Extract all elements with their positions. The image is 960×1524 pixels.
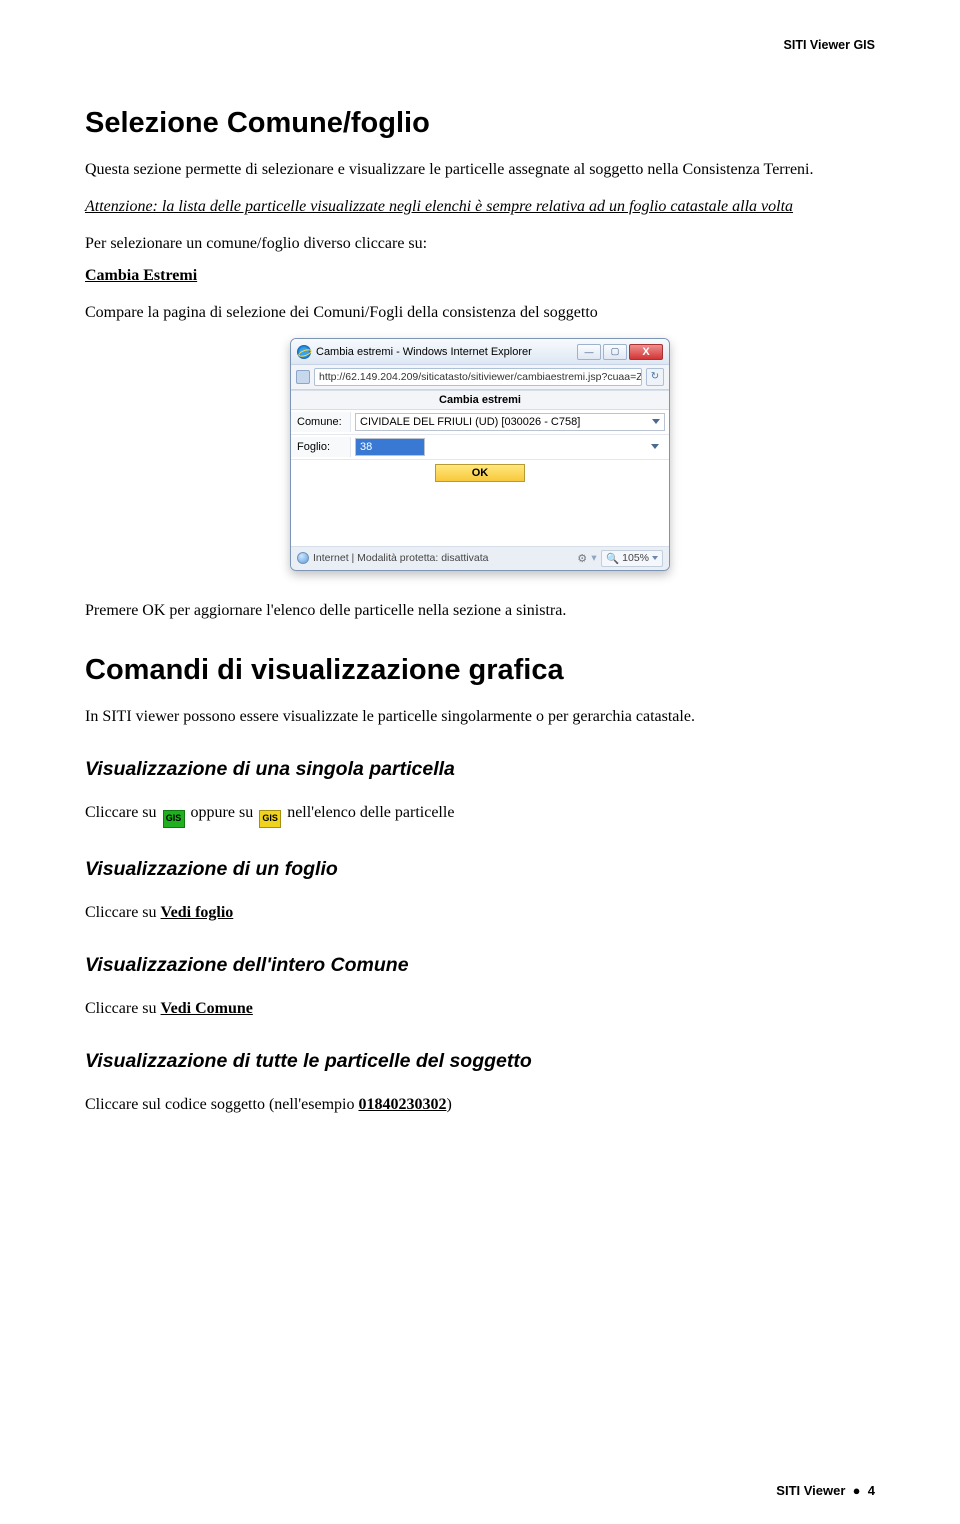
vedi-comune-link[interactable]: Vedi Comune [161, 1000, 253, 1017]
ok-button[interactable]: OK [435, 464, 525, 482]
chevron-down-icon [652, 419, 660, 424]
vedi-foglio-line: Cliccare su Vedi foglio [85, 901, 875, 924]
codice-soggetto-line: Cliccare sul codice soggetto (nell'esemp… [85, 1093, 875, 1116]
attention-paragraph: Attenzione: la lista delle particelle vi… [85, 195, 875, 218]
page-icon [296, 370, 310, 384]
vedi-foglio-link[interactable]: Vedi foglio [161, 904, 234, 921]
status-text: Internet | Modalità protetta: disattivat… [313, 552, 489, 564]
subhead-tutte: Visualizzazione di tutte le particelle d… [85, 1050, 875, 1073]
foglio-select[interactable]: 38 [355, 438, 425, 456]
address-bar[interactable]: http://62.149.204.209/siticatasto/sitivi… [314, 368, 642, 386]
gis-green-button[interactable]: GIS [163, 810, 185, 828]
cambia-estremi-link[interactable]: Cambia Estremi [85, 264, 875, 287]
dialog-titlebar: Cambia estremi - Windows Internet Explor… [291, 339, 669, 365]
heading-selezione: Selezione Comune/foglio [85, 107, 875, 140]
page-header-right: SITI Viewer GIS [85, 38, 875, 52]
row-comune: Comune: CIVIDALE DEL FRIULI (UD) [030026… [291, 410, 669, 435]
internet-icon [297, 552, 309, 564]
panel-header: Cambia estremi [291, 391, 669, 410]
zoom-control[interactable]: 🔍 105% [601, 550, 663, 567]
instruction-paragraph: Per selezionare un comune/foglio diverso… [85, 232, 875, 255]
comandi-intro: In SITI viewer possono essere visualizza… [85, 705, 875, 728]
maximize-button[interactable]: ▢ [603, 344, 627, 360]
dialog-title: Cambia estremi - Windows Internet Explor… [316, 346, 577, 358]
chevron-down-icon [651, 444, 659, 449]
subhead-comune: Visualizzazione dell'intero Comune [85, 954, 875, 977]
chevron-down-icon [652, 556, 658, 560]
row-foglio: Foglio: 38 [291, 435, 669, 460]
gis-yellow-button[interactable]: GIS [259, 810, 281, 828]
close-button[interactable]: X [629, 344, 663, 360]
status-bar: Internet | Modalità protetta: disattivat… [291, 547, 669, 570]
heading-comandi: Comandi di visualizzazione grafica [85, 654, 875, 687]
dialog-screenshot: Cambia estremi - Windows Internet Explor… [85, 338, 875, 571]
comune-label: Comune: [291, 412, 351, 432]
subhead-foglio: Visualizzazione di un foglio [85, 858, 875, 881]
press-ok-paragraph: Premere OK per aggiornare l'elenco delle… [85, 599, 875, 622]
minimize-button[interactable]: — [577, 344, 601, 360]
address-bar-row: http://62.149.204.209/siticatasto/sitivi… [291, 365, 669, 390]
gis-line: Cliccare su GIS oppure su GIS nell'elenc… [85, 801, 875, 828]
refresh-button[interactable]: ↻ [646, 368, 664, 386]
comune-select[interactable]: CIVIDALE DEL FRIULI (UD) [030026 - C758] [355, 413, 665, 431]
subhead-singola: Visualizzazione di una singola particell… [85, 758, 875, 781]
ie-icon [297, 345, 311, 359]
vedi-comune-line: Cliccare su Vedi Comune [85, 997, 875, 1020]
intro-paragraph: Questa sezione permette di selezionare e… [85, 158, 875, 181]
foglio-label: Foglio: [291, 437, 351, 457]
compare-paragraph: Compare la pagina di selezione dei Comun… [85, 301, 875, 324]
tools-icon[interactable]: ⚙ [577, 552, 587, 565]
page-footer: SITI Viewer ● 4 [776, 1483, 875, 1498]
